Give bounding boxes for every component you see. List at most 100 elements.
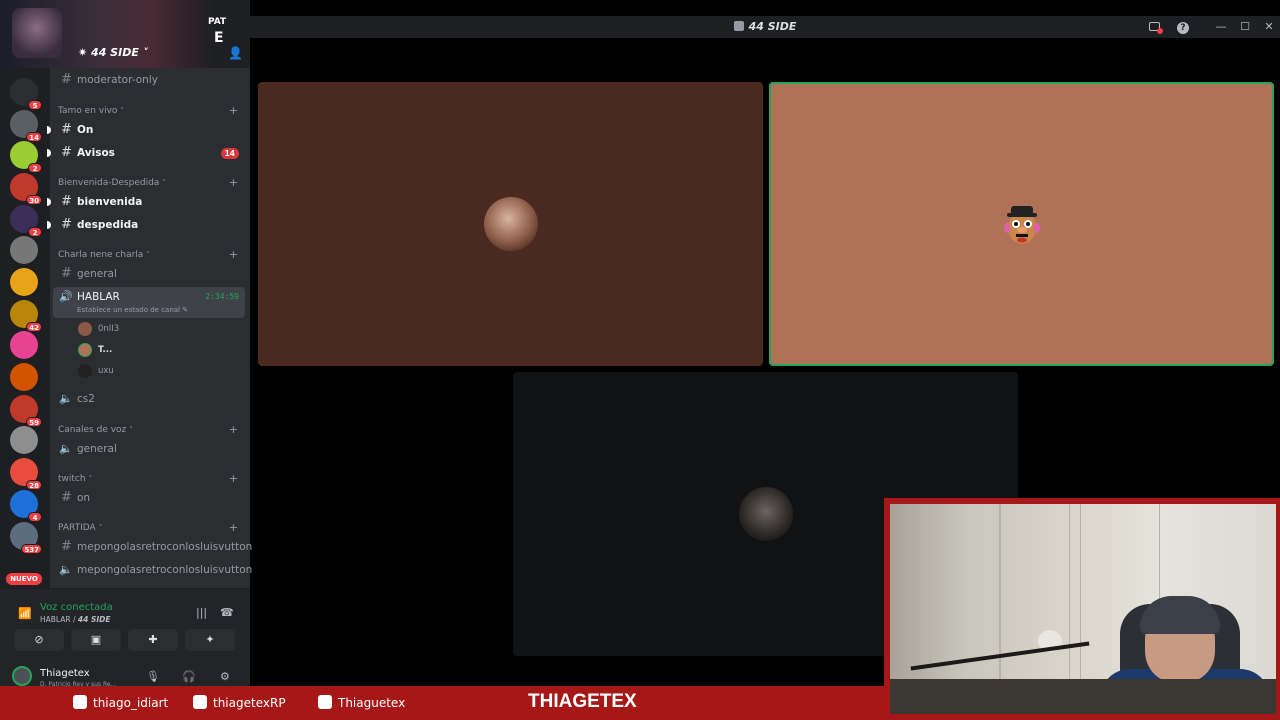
- guild-badge: 5: [28, 100, 42, 110]
- stream-social-bar: thiago_idiart thiagetexRP Thiaguetex THI…: [0, 686, 884, 720]
- streamer-cap: [1140, 596, 1220, 634]
- signal-icon[interactable]: 📶: [18, 607, 32, 620]
- guild-icon[interactable]: 30: [10, 173, 42, 205]
- close-button[interactable]: ✕: [1260, 18, 1278, 36]
- server-icon[interactable]: [12, 8, 62, 58]
- guild-icon[interactable]: 59: [10, 395, 42, 427]
- guild-icon[interactable]: 42: [10, 300, 42, 332]
- unread-indicator: [47, 198, 51, 206]
- help-icon[interactable]: ?: [1174, 18, 1192, 36]
- youtube-icon: [318, 695, 332, 709]
- camera-off-button[interactable]: ⊘: [14, 629, 64, 651]
- speaker-icon: 🔊: [59, 290, 73, 303]
- speaker-icon: 🔈: [59, 392, 73, 405]
- create-channel-icon[interactable]: +: [229, 248, 238, 261]
- voice-channel-path[interactable]: HABLAR / 44 SIDE: [40, 615, 111, 624]
- voice-channel-partida[interactable]: 🔈 mepongolasretroconlosluisvutton: [53, 560, 252, 580]
- create-channel-icon[interactable]: +: [229, 472, 238, 485]
- channel-partida-text[interactable]: # mepongolasretroconlosluisvutton: [53, 537, 252, 557]
- guild-rail: 5 14 2 30 2 42 59 28 4 537 NUEVO: [0, 68, 50, 588]
- settings-gear-icon[interactable]: ⚙: [220, 670, 230, 683]
- video-tile-speaking[interactable]: [769, 82, 1274, 366]
- guild-icon[interactable]: 4: [10, 490, 42, 522]
- category-partida[interactable]: PARTIDA ˅: [58, 523, 102, 533]
- soundboard-button[interactable]: ✦: [185, 629, 235, 651]
- channel-twitch-on[interactable]: # on: [53, 488, 245, 508]
- channel-status-prompt[interactable]: Establece un estado de canal ✎: [77, 306, 188, 314]
- mic-icon[interactable]: 🎙: [146, 670, 160, 683]
- channel-moderator-only[interactable]: # moderator-only: [53, 70, 245, 90]
- avatar: [78, 322, 92, 336]
- category-twitch[interactable]: twitch ˅: [58, 474, 92, 484]
- speaker-icon: 🔈: [59, 442, 73, 455]
- instagram-handle: thiago_idiart: [73, 695, 168, 710]
- avatar[interactable]: [12, 666, 32, 686]
- maximize-button[interactable]: ☐: [1236, 18, 1254, 36]
- participant-avatar: [483, 197, 538, 251]
- channel-general[interactable]: # general: [53, 264, 245, 284]
- category-tamo-en-vivo[interactable]: Tamo en vivo ˅: [58, 106, 124, 116]
- participant-avatar: [1003, 206, 1040, 244]
- video-tile[interactable]: [258, 82, 763, 366]
- guild-icon[interactable]: [10, 331, 38, 359]
- channel-despedida[interactable]: # despedida: [47, 215, 245, 235]
- guild-icon[interactable]: 2: [10, 205, 42, 237]
- server-name[interactable]: ✷ 44 SIDE ˅: [78, 46, 148, 59]
- hash-icon: #: [61, 217, 72, 232]
- minimize-button[interactable]: —: [1212, 18, 1230, 36]
- unread-indicator: [47, 221, 51, 229]
- voice-channel-general[interactable]: 🔈 general: [53, 439, 245, 459]
- create-channel-icon[interactable]: +: [229, 423, 238, 436]
- guild-icon[interactable]: [10, 268, 38, 296]
- headphones-icon[interactable]: 🎧: [182, 670, 196, 683]
- voice-connection-panel: 📶 Voz conectada HABLAR / 44 SIDE ||| ☎ ⊘…: [0, 588, 250, 660]
- guild-icon[interactable]: 537: [10, 522, 42, 554]
- guild-badge: 30: [26, 195, 42, 205]
- guild-icon[interactable]: [10, 363, 38, 391]
- guild-badge: 4: [28, 512, 42, 522]
- guild-icon[interactable]: 14: [10, 110, 42, 142]
- voice-status[interactable]: Voz conectada: [40, 602, 113, 613]
- channel-sidebar: # moderator-only Tamo en vivo ˅ + # On # …: [47, 68, 252, 588]
- invite-people-icon[interactable]: 👤: [228, 46, 243, 60]
- new-badge: NUEVO: [6, 573, 42, 585]
- hash-icon: #: [61, 122, 72, 137]
- create-channel-icon[interactable]: +: [229, 104, 238, 117]
- unread-indicator: [47, 149, 51, 157]
- screen-share-button[interactable]: ▣: [71, 629, 121, 651]
- guild-badge: 28: [26, 480, 42, 490]
- username[interactable]: Thiagetex: [40, 668, 90, 679]
- server-banner[interactable]: PAT E ✷ 44 SIDE ˅ 👤: [0, 0, 250, 68]
- guild-badge: 42: [26, 322, 42, 332]
- guild-icon[interactable]: [10, 236, 38, 264]
- guild-badge: 537: [21, 544, 42, 554]
- avatar: [78, 364, 92, 378]
- noise-suppression-icon[interactable]: |||: [196, 606, 207, 619]
- webcam-feed: [890, 504, 1276, 714]
- channel-avisos[interactable]: # Avisos 14: [47, 143, 245, 163]
- activities-button[interactable]: ✚: [128, 629, 178, 651]
- guild-icon[interactable]: 28: [10, 458, 42, 490]
- guild-icon[interactable]: [10, 426, 38, 454]
- create-channel-icon[interactable]: +: [229, 521, 238, 534]
- category-bienvenida-despedida[interactable]: Bienvenida-Despedida ˅: [58, 178, 166, 188]
- speaker-icon: 🔈: [59, 563, 73, 576]
- guild-icon[interactable]: 5: [10, 78, 42, 110]
- inbox-icon[interactable]: [1145, 18, 1163, 36]
- guild-icon[interactable]: 2: [10, 141, 42, 173]
- hash-icon: #: [61, 194, 72, 209]
- channel-on[interactable]: # On: [47, 120, 245, 140]
- disconnect-icon[interactable]: ☎: [220, 606, 234, 619]
- streamer-brand: THIAGETEX: [528, 691, 637, 712]
- twitter-handle: thiagetexRP: [193, 695, 286, 710]
- category-canales-de-voz[interactable]: Canales de voz ˅: [58, 425, 133, 435]
- banner-text-line2: E: [214, 30, 224, 46]
- category-charla[interactable]: Charla nene charla ˅: [58, 250, 150, 260]
- voice-channel-hablar[interactable]: 🔊 HABLAR 2:34:59 Establece un estado de …: [53, 287, 245, 318]
- channel-bienvenida[interactable]: # bienvenida: [47, 192, 245, 212]
- background-door: [1000, 504, 1070, 684]
- create-channel-icon[interactable]: +: [229, 176, 238, 189]
- twitter-icon: [193, 695, 207, 709]
- voice-channel-cs2[interactable]: 🔈 cs2: [53, 389, 245, 409]
- guild-badge: 59: [26, 417, 42, 427]
